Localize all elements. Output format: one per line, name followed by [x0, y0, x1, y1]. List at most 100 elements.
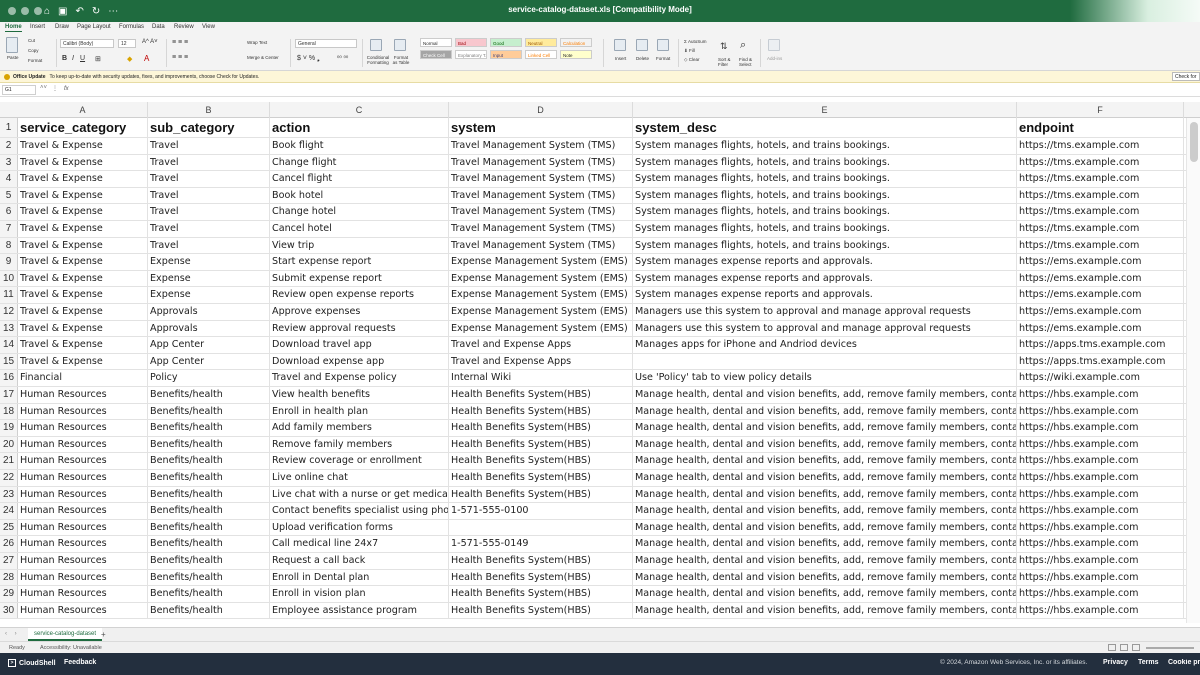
merge-center-button[interactable]: Merge & Center: [247, 55, 279, 60]
cell[interactable]: Health Benefits System(HBS): [449, 553, 633, 569]
cell[interactable]: Human Resources: [18, 486, 148, 503]
cell[interactable]: Managers use this system to approval and…: [633, 304, 1017, 320]
column-title-e[interactable]: system_desc: [633, 118, 1017, 137]
style-check-cell[interactable]: Check Cell: [420, 50, 452, 59]
cell[interactable]: https://hbs.example.com: [1017, 420, 1184, 436]
cell[interactable]: Benefits/health: [148, 569, 270, 586]
column-header-f[interactable]: F: [1017, 102, 1184, 118]
cell[interactable]: Benefits/health: [148, 486, 270, 503]
cell[interactable]: Travel & Expense: [18, 254, 148, 270]
cell[interactable]: Expense Management System (EMS): [449, 320, 633, 337]
cookie-preferences-link[interactable]: Cookie pref: [1168, 659, 1200, 666]
column-header-b[interactable]: B: [148, 102, 270, 118]
cell[interactable]: https://hbs.example.com: [1017, 586, 1184, 602]
cell[interactable]: Travel: [148, 171, 270, 187]
row-header[interactable]: 18: [0, 403, 18, 420]
cell[interactable]: Health Benefits System(HBS): [449, 453, 633, 469]
cell[interactable]: Use 'Policy' tab to view policy details: [633, 370, 1017, 386]
cell[interactable]: Travel and Expense policy: [270, 370, 449, 386]
cell[interactable]: Employee assistance program: [270, 602, 449, 619]
cell[interactable]: Start expense report: [270, 254, 449, 270]
cell[interactable]: Call medical line 24x7: [270, 536, 449, 552]
tab-review[interactable]: Review: [174, 24, 194, 30]
cell[interactable]: Policy: [148, 370, 270, 386]
cell[interactable]: Human Resources: [18, 569, 148, 586]
sheet-tab-service-catalog-dataset[interactable]: service-catalog-dataset: [28, 628, 103, 641]
cell[interactable]: Travel & Expense: [18, 204, 148, 220]
fill-color-icon[interactable]: ◆: [127, 55, 132, 63]
cell[interactable]: Human Resources: [18, 536, 148, 552]
cell[interactable]: System manages expense reports and appro…: [633, 287, 1017, 303]
cell[interactable]: Benefits/health: [148, 453, 270, 469]
cell[interactable]: Expense: [148, 270, 270, 287]
column-title-b[interactable]: sub_category: [148, 118, 270, 137]
cell[interactable]: https://hbs.example.com: [1017, 519, 1184, 536]
row-header[interactable]: 29: [0, 586, 18, 602]
cell[interactable]: https://ems.example.com: [1017, 287, 1184, 303]
cell[interactable]: Manage health, dental and vision benefit…: [633, 569, 1017, 586]
accessibility-status[interactable]: Accessibility: Unavailable: [40, 645, 102, 651]
row-header[interactable]: 1: [0, 118, 18, 137]
tab-formulas[interactable]: Formulas: [119, 24, 144, 30]
cell[interactable]: Manage health, dental and vision benefit…: [633, 553, 1017, 569]
cell[interactable]: https://hbs.example.com: [1017, 436, 1184, 453]
row-header[interactable]: 12: [0, 304, 18, 320]
cell[interactable]: Review approval requests: [270, 320, 449, 337]
cell[interactable]: 1-571-555-0100: [449, 503, 633, 519]
page-break-view-icon[interactable]: [1132, 644, 1140, 651]
cell[interactable]: Travel Management System (TMS): [449, 171, 633, 187]
column-header-d[interactable]: D: [449, 102, 633, 118]
column-header-e[interactable]: E: [633, 102, 1017, 118]
cell[interactable]: Benefits/health: [148, 436, 270, 453]
cell[interactable]: Manage health, dental and vision benefit…: [633, 586, 1017, 602]
cell[interactable]: Human Resources: [18, 403, 148, 420]
cell[interactable]: Health Benefits System(HBS): [449, 602, 633, 619]
cell[interactable]: Human Resources: [18, 602, 148, 619]
add-ins-icon[interactable]: [768, 39, 780, 51]
cell[interactable]: System manages flights, hotels, and trai…: [633, 204, 1017, 220]
format-painter-button[interactable]: Format: [28, 58, 42, 63]
cell[interactable]: https://hbs.example.com: [1017, 403, 1184, 420]
cell[interactable]: Manage health, dental and vision benefit…: [633, 387, 1017, 403]
cell[interactable]: Benefits/health: [148, 470, 270, 486]
cell[interactable]: [449, 519, 633, 536]
align-top-icon[interactable]: ≡ ≡ ≡: [172, 39, 188, 46]
cell[interactable]: Internal Wiki: [449, 370, 633, 386]
cell[interactable]: Enroll in health plan: [270, 403, 449, 420]
cell[interactable]: Travel & Expense: [18, 304, 148, 320]
cell[interactable]: https://apps.tms.example.com: [1017, 353, 1184, 370]
tab-draw[interactable]: Draw: [55, 24, 69, 30]
cell[interactable]: https://tms.example.com: [1017, 237, 1184, 254]
style-note[interactable]: Note: [560, 50, 592, 59]
cell[interactable]: https://tms.example.com: [1017, 204, 1184, 220]
row-header[interactable]: 11: [0, 287, 18, 303]
cell[interactable]: https://tms.example.com: [1017, 138, 1184, 154]
row-header[interactable]: 25: [0, 519, 18, 536]
fx-icon[interactable]: fx: [64, 86, 69, 92]
cell[interactable]: Human Resources: [18, 503, 148, 519]
cell[interactable]: Travel & Expense: [18, 353, 148, 370]
cell[interactable]: Manage health, dental and vision benefit…: [633, 503, 1017, 519]
cell[interactable]: Travel & Expense: [18, 237, 148, 254]
cell[interactable]: Human Resources: [18, 470, 148, 486]
tab-data[interactable]: Data: [152, 24, 165, 30]
borders-icon[interactable]: ⊞: [95, 55, 101, 63]
cell[interactable]: Health Benefits System(HBS): [449, 586, 633, 602]
column-header-a[interactable]: A: [18, 102, 148, 118]
cell[interactable]: Approvals: [148, 320, 270, 337]
cell[interactable]: Upload verification forms: [270, 519, 449, 536]
cell[interactable]: Travel and Expense Apps: [449, 337, 633, 353]
cell[interactable]: Travel & Expense: [18, 320, 148, 337]
cell[interactable]: [633, 353, 1017, 370]
cell[interactable]: Travel: [148, 138, 270, 154]
font-name-select[interactable]: Calibri (Body): [60, 39, 114, 48]
row-header[interactable]: 10: [0, 270, 18, 287]
cell[interactable]: Cancel hotel: [270, 221, 449, 237]
cell[interactable]: Travel & Expense: [18, 287, 148, 303]
cell[interactable]: Health Benefits System(HBS): [449, 387, 633, 403]
cell[interactable]: Expense: [148, 254, 270, 270]
row-header[interactable]: 14: [0, 337, 18, 353]
cell[interactable]: Approve expenses: [270, 304, 449, 320]
cell[interactable]: System manages flights, hotels, and trai…: [633, 221, 1017, 237]
cell[interactable]: Travel Management System (TMS): [449, 187, 633, 204]
